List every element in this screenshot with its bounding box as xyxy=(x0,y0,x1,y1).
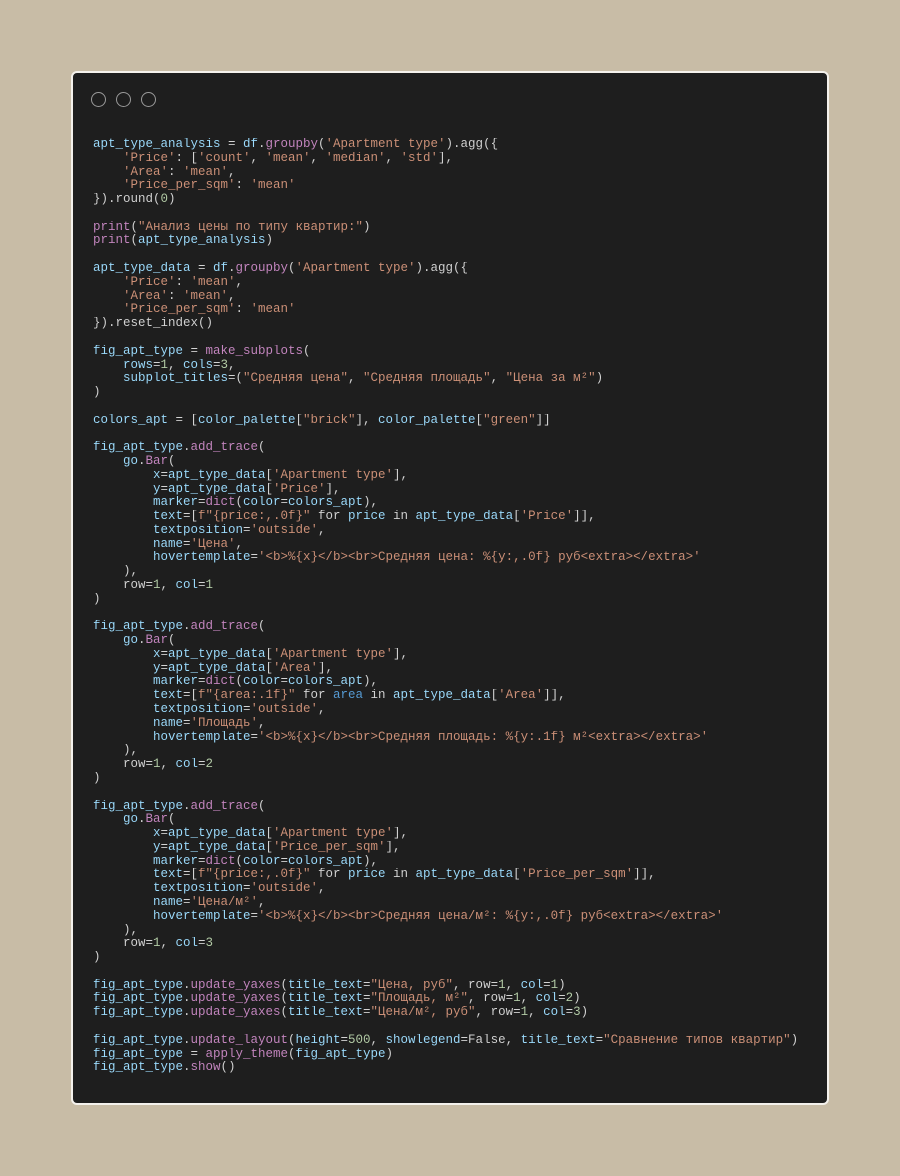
code-line: hovertemplate='<b>%{x}</b><br>Средняя це… xyxy=(93,551,813,565)
code-line: 'Price_per_sqm': 'mean' xyxy=(93,179,813,193)
code-line: ) xyxy=(93,385,813,400)
code-line: ) xyxy=(93,771,813,786)
code-line: marker=dict(color=colors_apt), xyxy=(93,675,813,689)
code-line: subplot_titles=("Средняя цена", "Средняя… xyxy=(93,371,813,386)
code-line: go.Bar( xyxy=(93,454,813,469)
code-line: text=[f"{price:,.0f}" for price in apt_t… xyxy=(93,509,813,524)
code-line: ), xyxy=(93,923,813,938)
code-line: x=apt_type_data['Apartment type'], xyxy=(93,826,813,841)
code-line: ) xyxy=(93,950,813,965)
code-line: y=apt_type_data['Price_per_sqm'], xyxy=(93,840,813,855)
code-line: 'Price': ['count', 'mean', 'median', 'st… xyxy=(93,151,813,166)
window-control-circle-icon[interactable] xyxy=(141,92,156,107)
code-line: textposition='outside', xyxy=(93,523,813,538)
code-line: fig_apt_type = make_subplots( xyxy=(93,344,813,359)
code-line: y=apt_type_data['Price'], xyxy=(93,482,813,497)
code-window: apt_type_analysis = df.groupby('Apartmen… xyxy=(71,71,829,1105)
code-line: text=[f"{area:.1f}" for area in apt_type… xyxy=(93,688,813,703)
code-line: ), xyxy=(93,564,813,579)
code-line: fig_apt_type.update_layout(height=500, s… xyxy=(93,1033,813,1048)
code-line: }).round(0) xyxy=(93,192,813,207)
code-line: 'Area': 'mean', xyxy=(93,289,813,304)
code-line: row=1, col=1 xyxy=(93,578,813,593)
code-line: fig_apt_type.add_trace( xyxy=(93,799,813,814)
code-line: fig_apt_type.add_trace( xyxy=(93,620,813,634)
code-line: y=apt_type_data['Area'], xyxy=(93,661,813,676)
code-line: }).reset_index() xyxy=(93,316,813,331)
code-line: apt_type_data = df.groupby('Apartment ty… xyxy=(93,261,813,276)
code-line: go.Bar( xyxy=(93,633,813,648)
code-line: 'Price_per_sqm': 'mean' xyxy=(93,303,813,317)
code-line: fig_apt_type.update_yaxes(title_text="Це… xyxy=(93,1005,813,1020)
code-block: apt_type_analysis = df.groupby('Apartmen… xyxy=(93,137,813,1075)
code-line: hovertemplate='<b>%{x}</b><br>Средняя це… xyxy=(93,909,813,924)
code-line: print("Анализ цены по типу квартир:") xyxy=(93,220,813,235)
code-line: name='Цена', xyxy=(93,537,813,552)
code-line: print(apt_type_analysis) xyxy=(93,234,813,248)
code-line: go.Bar( xyxy=(93,812,813,827)
window-control-circle-icon[interactable] xyxy=(116,92,131,107)
code-line: fig_apt_type.update_yaxes(title_text="Пл… xyxy=(93,992,813,1006)
code-line: colors_apt = [color_palette["brick"], co… xyxy=(93,413,813,428)
code-line: 'Area': 'mean', xyxy=(93,165,813,180)
code-line: marker=dict(color=colors_apt), xyxy=(93,496,813,510)
code-line: fig_apt_type.show() xyxy=(93,1061,813,1075)
code-line: row=1, col=2 xyxy=(93,757,813,772)
code-line: ) xyxy=(93,592,813,607)
code-line: 'Price': 'mean', xyxy=(93,275,813,290)
code-line: x=apt_type_data['Apartment type'], xyxy=(93,647,813,662)
code-line: textposition='outside', xyxy=(93,702,813,717)
code-line: apt_type_analysis = df.groupby('Apartmen… xyxy=(93,137,813,152)
window-control-circle-icon[interactable] xyxy=(91,92,106,107)
code-line: fig_apt_type.add_trace( xyxy=(93,440,813,455)
code-line: ), xyxy=(93,744,813,758)
code-line: text=[f"{price:,.0f}" for price in apt_t… xyxy=(93,868,813,882)
code-line: x=apt_type_data['Apartment type'], xyxy=(93,468,813,483)
code-line: rows=1, cols=3, xyxy=(93,358,813,373)
code-line: hovertemplate='<b>%{x}</b><br>Средняя пл… xyxy=(93,730,813,745)
code-line: name='Площадь', xyxy=(93,716,813,731)
code-line: fig_apt_type = apply_theme(fig_apt_type) xyxy=(93,1047,813,1062)
code-line: marker=dict(color=colors_apt), xyxy=(93,854,813,869)
code-line: fig_apt_type.update_yaxes(title_text="Це… xyxy=(93,978,813,993)
code-line: textposition='outside', xyxy=(93,881,813,896)
code-line: row=1, col=3 xyxy=(93,937,813,951)
code-line: name='Цена/м²', xyxy=(93,895,813,910)
